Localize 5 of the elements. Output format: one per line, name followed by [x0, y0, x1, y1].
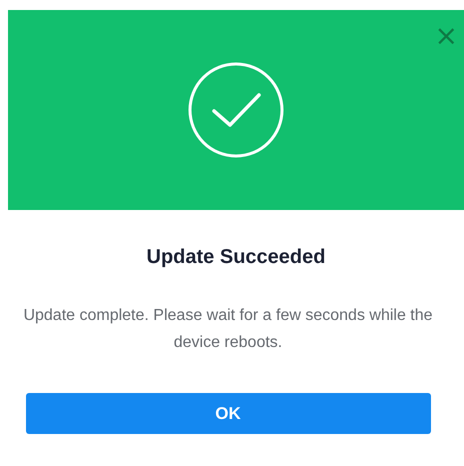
ok-button[interactable]: OK [26, 393, 430, 434]
check-circle-icon [187, 61, 285, 159]
dialog-message: Update complete. Please wait for a few seconds while the device reboots. [22, 306, 434, 353]
close-button[interactable]: × [434, 24, 458, 48]
dialog-title: Update Succeeded [146, 245, 326, 270]
